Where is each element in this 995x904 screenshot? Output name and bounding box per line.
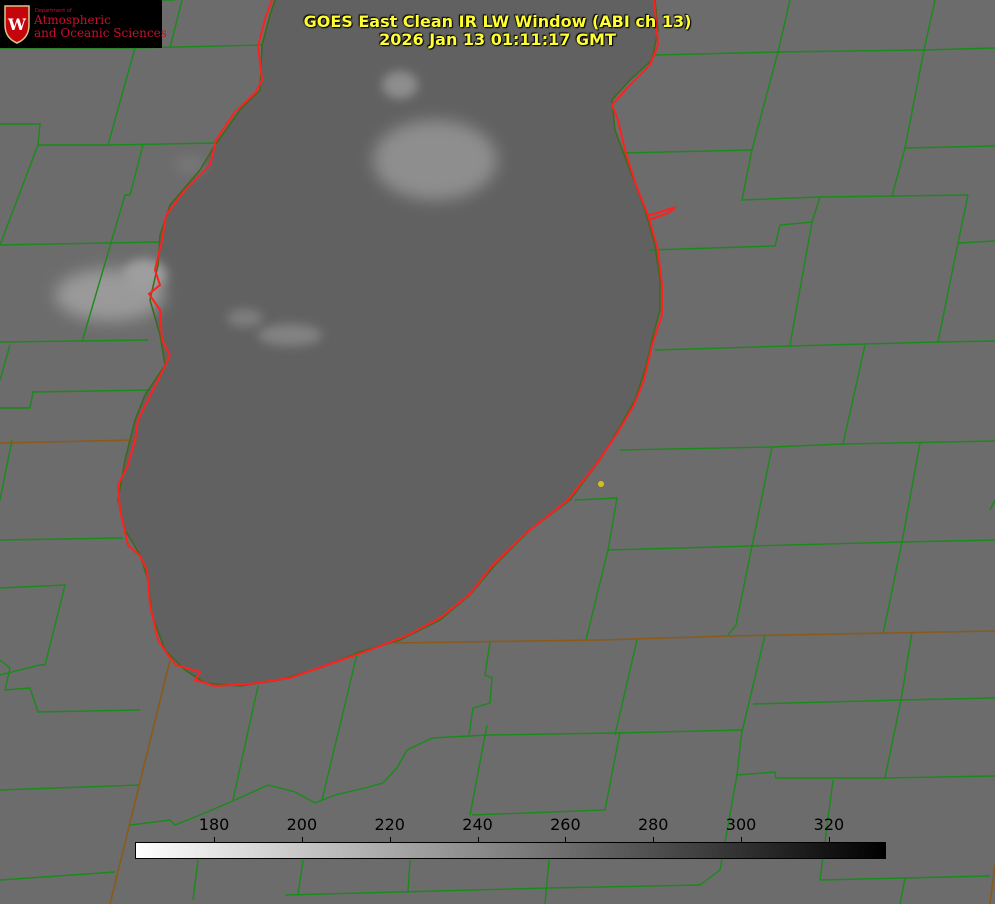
colorbar-tick-label: 260 xyxy=(550,815,581,834)
colorbar-tick-mark xyxy=(653,837,655,842)
uw-crest-icon: W xyxy=(4,5,30,44)
colorbar-tick-label: 280 xyxy=(637,815,669,834)
colorbar-tick-mark xyxy=(301,837,303,842)
crest-letter: W xyxy=(7,15,27,34)
colorbar-tick-label: 300 xyxy=(725,815,757,834)
colorbar-tick-label: 220 xyxy=(374,815,405,834)
colorbar-tick-mark xyxy=(828,837,830,842)
satellite-viewer: GOES East Clean IR LW Window (ABI ch 13)… xyxy=(0,0,995,904)
aos-logo: W Department of Atmospheric and Oceanic … xyxy=(0,0,167,48)
colorbar-tick-mark xyxy=(389,837,391,842)
colorbar-tick-mark xyxy=(565,837,567,842)
colorbar-tick-label: 180 xyxy=(198,815,230,834)
station-marker xyxy=(598,481,604,487)
colorbar-tick-label: 200 xyxy=(286,815,318,834)
colorbar-tick-mark xyxy=(477,837,479,842)
temperature-colorbar xyxy=(135,842,886,859)
logo-line-2: and Oceanic Sciences xyxy=(34,26,167,40)
logo-line-1: Atmospheric xyxy=(34,13,111,27)
colorbar-tick-label: 240 xyxy=(462,815,493,834)
satellite-map xyxy=(0,0,995,904)
colorbar-tick-mark xyxy=(741,837,743,842)
colorbar-tick-mark xyxy=(214,837,216,842)
colorbar-tick-label: 320 xyxy=(813,815,845,834)
